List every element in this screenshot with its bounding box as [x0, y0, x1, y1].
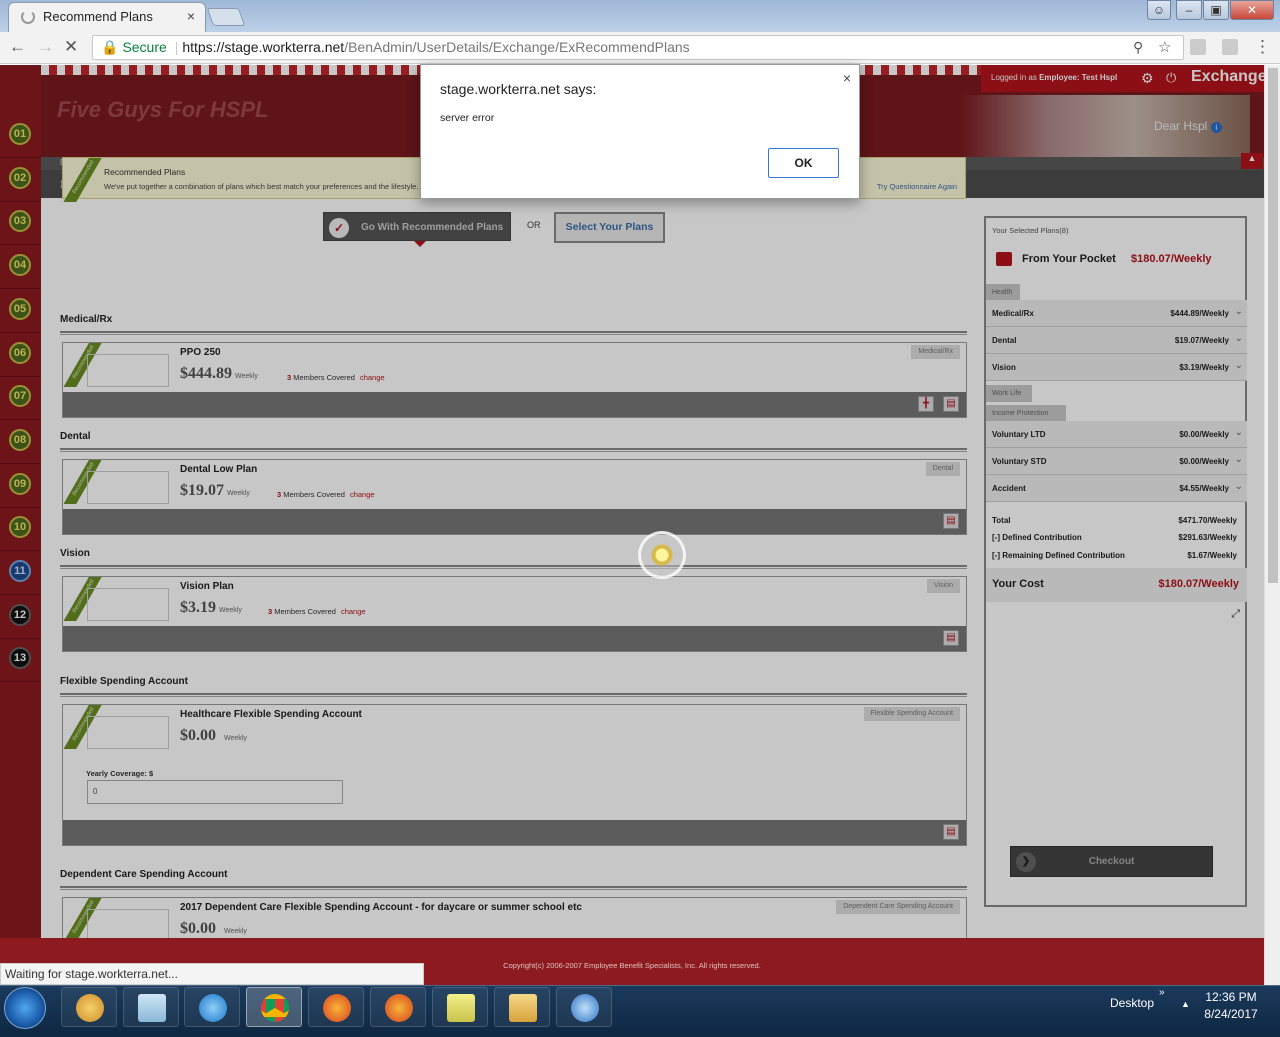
taskbar-app[interactable]: [556, 987, 612, 1027]
taskbar-paint[interactable]: [61, 987, 117, 1027]
taskbar-explorer[interactable]: [494, 987, 550, 1027]
chrome-icon: [261, 994, 289, 1022]
lock-icon: 🔒: [101, 39, 119, 55]
loading-spinner-icon: [21, 10, 35, 24]
forward-arrow-icon[interactable]: →: [37, 37, 54, 57]
alert-dialog: stage.workterra.net says: × server error…: [420, 64, 860, 199]
url-path: /BenAdmin/UserDetails/Exchange/ExRecomme…: [344, 39, 690, 55]
paint-icon: [76, 994, 104, 1022]
back-arrow-icon[interactable]: ←: [9, 37, 26, 57]
taskbar-chrome[interactable]: [246, 987, 302, 1027]
address-bar[interactable]: 🔒 Secure | https://stage.workterra.net/Ben…: [92, 35, 1184, 60]
folder-icon: [509, 994, 537, 1022]
dialog-title: stage.workterra.net says:: [440, 81, 597, 97]
bookmark-star-icon[interactable]: ☆: [1158, 38, 1171, 56]
start-button[interactable]: [4, 987, 46, 1029]
taskbar-notepad[interactable]: [123, 987, 179, 1027]
close-window-button[interactable]: ✕: [1230, 0, 1274, 20]
tab-recommend-plans[interactable]: Recommend Plans ×: [8, 2, 206, 32]
chevron-right-icon[interactable]: »: [1159, 987, 1165, 998]
clock[interactable]: 12:36 PM 8/24/2017: [1196, 989, 1266, 1023]
zoom-icon[interactable]: ⚲: [1133, 39, 1143, 56]
dialog-message: server error: [440, 112, 495, 124]
secure-label: Secure: [122, 39, 167, 55]
firefox-icon: [385, 994, 413, 1022]
scrollbar-thumb[interactable]: [1268, 68, 1278, 583]
extension-icon[interactable]: [1190, 39, 1206, 55]
sticky-notes-icon: [447, 994, 475, 1022]
status-bar: Waiting for stage.workterra.net...: [0, 963, 424, 985]
tray-arrow-icon[interactable]: ▲: [1181, 999, 1190, 1009]
taskbar-sticky[interactable]: [432, 987, 488, 1027]
minimize-button[interactable]: –: [1176, 0, 1202, 20]
url-host: https://stage.workterra.net: [182, 39, 345, 55]
taskbar-firefox-2[interactable]: [370, 987, 426, 1027]
taskbar-firefox[interactable]: [308, 987, 364, 1027]
vertical-scrollbar[interactable]: [1264, 65, 1280, 985]
firefox-icon: [323, 994, 351, 1022]
maximize-button[interactable]: ▣: [1203, 0, 1229, 20]
app-icon: [571, 994, 599, 1022]
busy-cursor-icon: [638, 531, 686, 579]
notepad-icon: [138, 994, 166, 1022]
taskbar-ie[interactable]: [184, 987, 240, 1027]
menu-icon[interactable]: ⋮: [1254, 37, 1271, 57]
extension-icon[interactable]: [1222, 39, 1238, 55]
copyright-text: Copyright(c) 2006-2007 Employee Benefit …: [503, 961, 761, 970]
dialog-close-icon[interactable]: ×: [843, 70, 851, 86]
stop-icon[interactable]: ✕: [64, 37, 78, 57]
desktop-toolbar[interactable]: Desktop: [1110, 996, 1154, 1010]
tab-close-icon[interactable]: ×: [187, 8, 195, 24]
new-tab-button[interactable]: [206, 8, 246, 26]
user-profile-button[interactable]: ☺: [1147, 0, 1171, 20]
tab-title: Recommend Plans: [43, 9, 153, 24]
internet-explorer-icon: [199, 994, 227, 1022]
dialog-ok-button[interactable]: OK: [768, 148, 839, 178]
